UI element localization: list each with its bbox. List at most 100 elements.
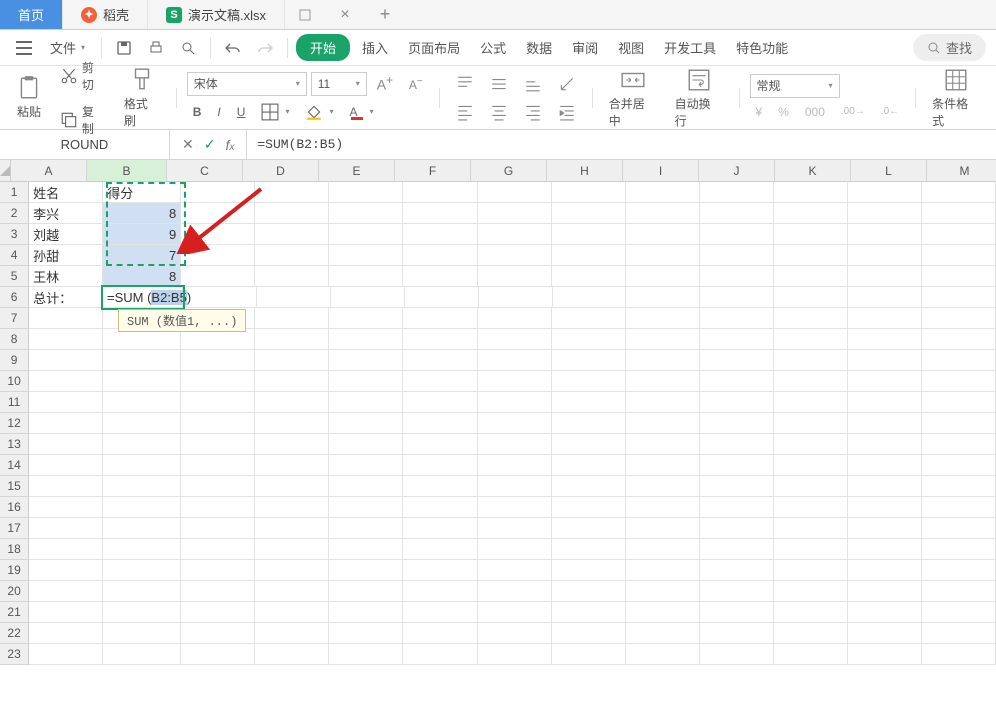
tab-formula[interactable]: 公式 (472, 32, 514, 63)
cell-B3[interactable]: 9 (103, 224, 181, 245)
cell-D10[interactable] (255, 371, 329, 392)
cell-C6[interactable] (183, 287, 257, 308)
row-header[interactable]: 2 (0, 203, 29, 224)
col-header-C[interactable]: C (167, 160, 243, 181)
preview-button[interactable] (174, 34, 202, 62)
cell-F1[interactable] (403, 182, 477, 203)
cell-I23[interactable] (626, 644, 700, 665)
row-header[interactable]: 21 (0, 602, 29, 623)
cell-F22[interactable] (403, 623, 477, 644)
cell-G9[interactable] (478, 350, 552, 371)
cell-G22[interactable] (478, 623, 552, 644)
row-header[interactable]: 6 (0, 287, 29, 308)
format-painter-button[interactable]: 格式刷 (118, 63, 166, 133)
cell-G5[interactable] (478, 266, 552, 287)
cell-A10[interactable] (29, 371, 103, 392)
cell-F3[interactable] (403, 224, 477, 245)
cell-E21[interactable] (329, 602, 403, 623)
tab-layout[interactable]: 页面布局 (400, 32, 468, 63)
cell-L19[interactable] (848, 560, 922, 581)
cell-I9[interactable] (626, 350, 700, 371)
cell-K13[interactable] (774, 434, 848, 455)
row-header[interactable]: 13 (0, 434, 29, 455)
cell-E3[interactable] (329, 224, 403, 245)
cell-H17[interactable] (552, 518, 626, 539)
cell-K10[interactable] (774, 371, 848, 392)
cell-I2[interactable] (626, 203, 700, 224)
cell-J18[interactable] (700, 539, 774, 560)
col-header-B[interactable]: B (87, 160, 167, 181)
cell-I19[interactable] (626, 560, 700, 581)
cell-C11[interactable] (181, 392, 255, 413)
cell-M3[interactable] (922, 224, 996, 245)
cell-I6[interactable] (626, 287, 700, 308)
cell-I10[interactable] (626, 371, 700, 392)
cell-L20[interactable] (848, 581, 922, 602)
cell-D7[interactable] (255, 308, 329, 329)
row-header[interactable]: 23 (0, 644, 29, 665)
cell-M10[interactable] (922, 371, 996, 392)
cell-I14[interactable] (626, 455, 700, 476)
cell-K23[interactable] (774, 644, 848, 665)
cell-E10[interactable] (329, 371, 403, 392)
cell-A1[interactable]: 姓名 (29, 182, 103, 203)
font-color-button[interactable]: A▾ (343, 100, 379, 123)
cell-E13[interactable] (329, 434, 403, 455)
tab-docer[interactable]: ✦ 稻壳 (63, 0, 148, 29)
cell-F7[interactable] (403, 308, 477, 329)
cell-J11[interactable] (700, 392, 774, 413)
cell-J7[interactable] (700, 308, 774, 329)
cell-C1[interactable] (181, 182, 255, 203)
hamburger-button[interactable] (10, 35, 38, 61)
cell-K21[interactable] (774, 602, 848, 623)
cell-D12[interactable] (255, 413, 329, 434)
wrap-text-button[interactable]: 自动换行 (669, 63, 729, 133)
decrease-font-button[interactable]: A− (403, 73, 429, 95)
cell-F4[interactable] (403, 245, 477, 266)
cell-I11[interactable] (626, 392, 700, 413)
cell-C2[interactable] (181, 203, 255, 224)
cell-H8[interactable] (552, 329, 626, 350)
cell-B17[interactable] (103, 518, 181, 539)
cell-H14[interactable] (552, 455, 626, 476)
inc-decimal-button[interactable]: .00→ (835, 103, 871, 120)
fill-color-button[interactable]: ▾ (299, 100, 339, 124)
row-header[interactable]: 7 (0, 308, 29, 329)
cell-M22[interactable] (922, 623, 996, 644)
cell-J2[interactable] (700, 203, 774, 224)
row-header[interactable]: 8 (0, 329, 29, 350)
cell-K12[interactable] (774, 413, 848, 434)
col-header-G[interactable]: G (471, 160, 547, 181)
cell-L12[interactable] (848, 413, 922, 434)
cell-J12[interactable] (700, 413, 774, 434)
col-header-D[interactable]: D (243, 160, 319, 181)
cell-E5[interactable] (329, 266, 403, 287)
cell-F16[interactable] (403, 497, 477, 518)
cell-K18[interactable] (774, 539, 848, 560)
cell-H22[interactable] (552, 623, 626, 644)
align-top-button[interactable] (450, 72, 480, 96)
cell-F8[interactable] (403, 329, 477, 350)
col-header-I[interactable]: I (623, 160, 699, 181)
font-size-select[interactable]: 11▾ (311, 72, 367, 96)
cell-E17[interactable] (329, 518, 403, 539)
cell-M6[interactable] (922, 287, 996, 308)
number-format-select[interactable]: 常规▾ (750, 74, 840, 98)
cell-G1[interactable] (478, 182, 552, 203)
cell-I12[interactable] (626, 413, 700, 434)
cell-B13[interactable] (103, 434, 181, 455)
cell-F13[interactable] (403, 434, 477, 455)
cell-H6[interactable] (553, 287, 627, 308)
cell-K8[interactable] (774, 329, 848, 350)
tab-start[interactable]: 开始 (296, 34, 350, 61)
cell-E4[interactable] (329, 245, 403, 266)
row-header[interactable]: 22 (0, 623, 29, 644)
cell-H11[interactable] (552, 392, 626, 413)
cell-M19[interactable] (922, 560, 996, 581)
cell-M4[interactable] (922, 245, 996, 266)
cell-D4[interactable] (255, 245, 329, 266)
cell-G12[interactable] (478, 413, 552, 434)
cell-L7[interactable] (848, 308, 922, 329)
merge-center-button[interactable]: 合并居中 (603, 63, 663, 133)
cell-G6[interactable] (479, 287, 553, 308)
